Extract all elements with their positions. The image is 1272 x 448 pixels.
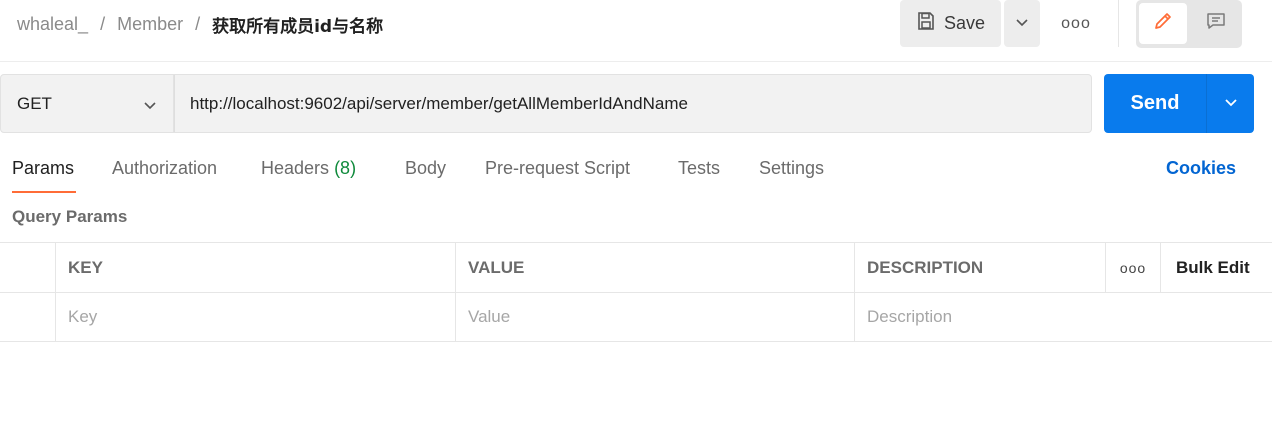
tab-headers-label: Headers: [261, 158, 330, 178]
floppy-disk-icon: [916, 11, 936, 36]
active-tab-indicator: [12, 191, 76, 193]
top-bar: whaleal_ / Member / 获取所有成员id与名称 Save ooo: [0, 0, 1272, 62]
comment-icon: [1205, 10, 1227, 37]
more-icon: ooo: [1061, 14, 1091, 32]
method-label: GET: [17, 93, 52, 113]
more-actions-button[interactable]: ooo: [1056, 0, 1096, 47]
column-header-key: KEY: [55, 243, 455, 292]
comments-button[interactable]: [1192, 3, 1240, 44]
request-tabs: Params Authorization Headers (8) Body Pr…: [0, 150, 1272, 194]
table-row: Key Value Description: [0, 292, 1272, 342]
view-mode-toggle: [1136, 0, 1242, 48]
save-button[interactable]: Save: [900, 0, 1001, 47]
value-input[interactable]: Value: [455, 293, 854, 341]
pencil-icon: [1152, 10, 1174, 37]
tab-body[interactable]: Body: [405, 158, 446, 179]
breadcrumb-separator: /: [195, 13, 201, 34]
chevron-down-icon: [1224, 95, 1238, 113]
row-checkbox-cell: [0, 293, 55, 341]
column-header-value: VALUE: [455, 243, 854, 292]
query-params-title: Query Params: [12, 207, 128, 226]
key-input[interactable]: Key: [55, 293, 455, 341]
header-divider: [0, 61, 1272, 62]
tab-tests[interactable]: Tests: [678, 158, 720, 179]
breadcrumb-workspace[interactable]: whaleal_: [17, 14, 88, 35]
checkbox-column-header: [0, 243, 55, 292]
tab-settings[interactable]: Settings: [759, 158, 824, 179]
url-value: http://localhost:9602/api/server/member/…: [190, 93, 688, 113]
tab-params[interactable]: Params: [12, 158, 74, 179]
more-icon: ooo: [1119, 259, 1147, 276]
edit-mode-button[interactable]: [1139, 3, 1187, 44]
column-options-button[interactable]: ooo: [1105, 243, 1160, 292]
query-params-table: KEY VALUE DESCRIPTION ooo Bulk Edit Key …: [0, 242, 1272, 342]
description-input[interactable]: Description: [854, 293, 1272, 341]
breadcrumb-collection[interactable]: Member: [117, 14, 183, 35]
url-input[interactable]: http://localhost:9602/api/server/member/…: [174, 74, 1092, 133]
send-options-button[interactable]: [1207, 74, 1254, 133]
toolbar-divider: [1118, 0, 1119, 47]
column-header-description: DESCRIPTION: [854, 243, 1105, 292]
request-name[interactable]: 获取所有成员id与名称: [212, 12, 383, 37]
save-label: Save: [943, 13, 986, 33]
send-button[interactable]: Send: [1104, 74, 1206, 133]
cookies-link[interactable]: Cookies: [1166, 158, 1236, 179]
chevron-down-icon: [1015, 15, 1029, 33]
send-label: Send: [1130, 92, 1180, 114]
bulk-edit-button[interactable]: Bulk Edit: [1160, 243, 1272, 292]
method-select[interactable]: GET: [0, 74, 174, 133]
chevron-down-icon: [143, 96, 157, 116]
breadcrumb: whaleal_ / Member / 获取所有成员id与名称: [17, 12, 383, 37]
breadcrumb-separator: /: [100, 13, 106, 34]
tab-pre-request-script[interactable]: Pre-request Script: [485, 158, 630, 179]
save-options-button[interactable]: [1004, 0, 1040, 47]
tab-headers[interactable]: Headers (8): [261, 158, 356, 179]
table-header-row: KEY VALUE DESCRIPTION ooo Bulk Edit: [0, 242, 1272, 292]
headers-count-badge: (8): [334, 158, 357, 178]
tab-authorization[interactable]: Authorization: [112, 158, 217, 179]
